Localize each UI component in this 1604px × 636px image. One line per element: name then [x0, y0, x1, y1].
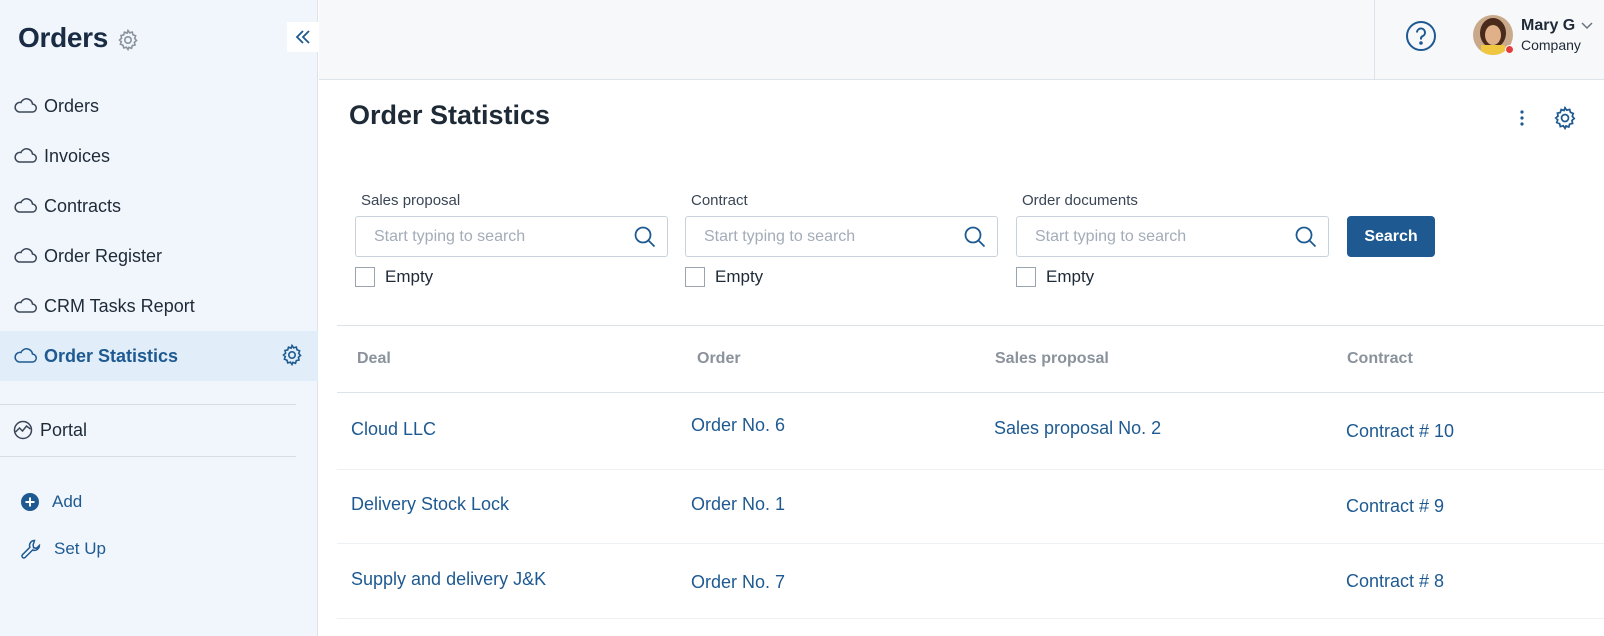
app-settings-gear-icon[interactable] — [116, 28, 140, 52]
sales-proposal-search-input[interactable] — [374, 227, 624, 246]
sidebar-divider — [0, 456, 296, 457]
contract-link[interactable]: Contract # 8 — [1346, 571, 1444, 592]
gear-icon — [1552, 105, 1578, 131]
sidebar-item-order-statistics[interactable]: Order Statistics — [0, 331, 318, 381]
row-divider — [337, 543, 1604, 544]
order-link[interactable]: Order No. 7 — [691, 572, 785, 593]
search-button[interactable]: Search — [1347, 216, 1435, 257]
help-button[interactable] — [1405, 20, 1437, 52]
empty-checkbox-row[interactable]: Empty — [685, 267, 998, 287]
sidebar-item-portal[interactable]: Portal — [0, 405, 318, 455]
user-company: Company — [1521, 37, 1581, 53]
empty-label: Empty — [715, 267, 764, 286]
collapse-sidebar-button[interactable] — [287, 22, 319, 52]
filter-label: Contract — [691, 192, 748, 209]
search-icon[interactable] — [1294, 225, 1318, 249]
app-title: Orders — [18, 22, 109, 53]
cloud-icon — [12, 196, 38, 216]
user-info: Mary G Company — [1521, 17, 1593, 53]
search-icon[interactable] — [963, 225, 987, 249]
sidebar-item-label: Order Statistics — [44, 345, 179, 366]
user-name: Mary G — [1521, 17, 1576, 34]
sidebar-item-label: Invoices — [44, 145, 111, 166]
sidebar-item-label: Portal — [40, 419, 88, 440]
page-title: Order Statistics — [349, 100, 551, 130]
top-bar-separator — [1374, 0, 1375, 80]
app-header: Orders — [18, 18, 140, 58]
sidebar-item-label: Orders — [44, 95, 100, 116]
empty-label: Empty — [385, 267, 434, 286]
column-header-order[interactable]: Order — [697, 350, 741, 368]
order-documents-search-field — [1016, 216, 1329, 257]
order-link[interactable]: Order No. 6 — [691, 415, 785, 436]
contract-link[interactable]: Contract # 10 — [1346, 421, 1454, 442]
setup-label: Set Up — [54, 539, 106, 558]
sales-proposal-link[interactable]: Sales proposal No. 2 — [994, 418, 1161, 439]
sidebar-item-label: Contracts — [44, 195, 122, 216]
double-chevron-left-icon — [294, 28, 312, 46]
portal-icon — [12, 419, 34, 441]
order-link[interactable]: Order No. 1 — [691, 494, 785, 515]
sidebar-item-orders[interactable]: Orders — [0, 81, 318, 131]
cloud-icon — [12, 246, 38, 266]
deal-link[interactable]: Cloud LLC — [351, 419, 436, 440]
filter-label: Order documents — [1022, 192, 1138, 209]
order-documents-search-input[interactable] — [1035, 227, 1285, 246]
sales-proposal-search-field — [355, 216, 668, 257]
sidebar-item-contracts[interactable]: Contracts — [0, 181, 318, 231]
deal-link[interactable]: Supply and delivery J&K — [351, 569, 546, 590]
empty-checkbox[interactable] — [355, 267, 375, 287]
sidebar-item-order-register[interactable]: Order Register — [0, 231, 318, 281]
filter-label: Sales proposal — [361, 192, 461, 209]
chevron-down-icon — [1581, 22, 1593, 30]
filter-order-documents: Order documents Empty — [1016, 192, 1329, 287]
filter-sales-proposal: Sales proposal Empty — [355, 192, 668, 287]
sidebar-item-label: CRM Tasks Report — [44, 295, 195, 316]
contract-search-field — [685, 216, 998, 257]
online-status-dot — [1505, 45, 1514, 54]
contract-link[interactable]: Contract # 9 — [1346, 496, 1444, 517]
empty-checkbox-row[interactable]: Empty — [1016, 267, 1329, 287]
user-name-row: Mary G — [1521, 17, 1593, 35]
avatar — [1473, 15, 1514, 55]
user-menu[interactable]: Mary G Company — [1473, 15, 1593, 55]
table-header-divider — [337, 392, 1604, 393]
add-button[interactable]: Add — [20, 487, 82, 517]
empty-checkbox[interactable] — [1016, 267, 1036, 287]
sidebar-item-crm-tasks-report[interactable]: CRM Tasks Report — [0, 281, 318, 331]
more-options-button[interactable] — [1512, 106, 1532, 130]
setup-button[interactable]: Set Up — [20, 534, 106, 564]
sidebar-nav: Orders Invoices Contracts Order Register… — [0, 81, 318, 381]
sidebar-item-invoices[interactable]: Invoices — [0, 131, 318, 181]
filter-contract: Contract Empty — [685, 192, 998, 287]
contract-search-input[interactable] — [704, 227, 954, 246]
more-vertical-icon — [1519, 109, 1525, 127]
deal-link[interactable]: Delivery Stock Lock — [351, 494, 509, 515]
row-divider — [337, 618, 1604, 619]
empty-checkbox-row[interactable]: Empty — [355, 267, 668, 287]
search-icon[interactable] — [633, 225, 657, 249]
add-label: Add — [52, 492, 83, 511]
column-header-sales-proposal[interactable]: Sales proposal — [995, 350, 1109, 368]
cloud-icon — [12, 346, 38, 366]
empty-label: Empty — [1046, 267, 1095, 286]
page-settings-button[interactable] — [1552, 105, 1578, 131]
cloud-icon — [12, 146, 38, 166]
column-header-contract[interactable]: Contract — [1347, 350, 1413, 368]
column-header-deal[interactable]: Deal — [357, 350, 391, 368]
wrench-icon — [20, 538, 42, 560]
row-divider — [337, 469, 1604, 470]
question-circle-icon — [1405, 20, 1437, 52]
cloud-icon — [12, 296, 38, 316]
sidebar-item-label: Order Register — [44, 245, 163, 266]
cloud-icon — [12, 96, 38, 116]
table-divider — [337, 325, 1604, 326]
empty-checkbox[interactable] — [685, 267, 705, 287]
sidebar: Orders Orders Invoices Contracts Order R… — [0, 0, 319, 636]
item-settings-gear-icon[interactable] — [280, 343, 304, 367]
plus-circle-icon — [20, 492, 40, 512]
